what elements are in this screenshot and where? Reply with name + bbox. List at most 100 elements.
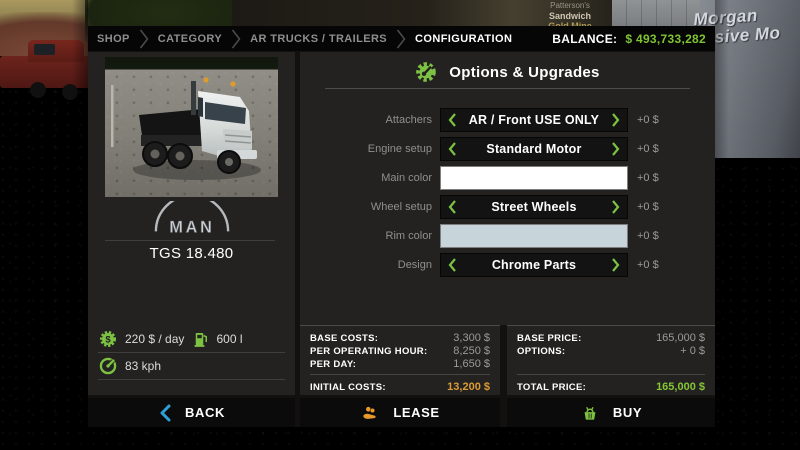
gear-wrench-icon <box>415 61 437 83</box>
next-option-button[interactable] <box>610 141 621 157</box>
initial-costs-label: INITIAL COSTS: <box>310 382 386 393</box>
lease-button-label: LEASE <box>393 405 439 420</box>
back-button[interactable]: BACK <box>88 398 295 427</box>
option-price: +0 $ <box>637 230 659 242</box>
option-row-wheel-setup: Wheel setup Street Wheels +0 $ <box>300 195 715 219</box>
balance-label: BALANCE: <box>552 32 617 46</box>
balance-value: $ 493,733,282 <box>625 32 706 46</box>
prev-option-button[interactable] <box>447 112 458 128</box>
cost-value: 3,300 $ <box>453 332 490 344</box>
wheel-setup-selector: Street Wheels <box>440 195 628 219</box>
divider <box>310 374 490 375</box>
option-label: Rim color <box>300 230 440 242</box>
option-price: +0 $ <box>637 143 659 155</box>
man-logo: MAN <box>88 201 295 239</box>
next-option-button[interactable] <box>610 257 621 273</box>
option-label: Attachers <box>300 114 440 126</box>
design-selector: Chrome Parts <box>440 253 628 277</box>
option-row-engine-setup: Engine setup Standard Motor +0 $ <box>300 137 715 161</box>
svg-text:$: $ <box>105 335 111 346</box>
next-option-button[interactable] <box>610 112 621 128</box>
initial-costs-value: 13,200 $ <box>447 381 490 393</box>
option-value: Standard Motor <box>458 142 610 156</box>
main-color-swatch[interactable] <box>440 166 628 190</box>
option-value: Chrome Parts <box>458 258 610 272</box>
panel-shadow <box>72 0 88 450</box>
cost-label: BASE PRICE: <box>517 333 582 344</box>
divider <box>105 240 275 241</box>
divider <box>517 374 705 375</box>
cost-value: 1,650 $ <box>453 358 490 370</box>
cost-value: 8,250 $ <box>453 345 490 357</box>
breadcrumb-item-configuration: CONFIGURATION <box>415 33 512 45</box>
divider <box>98 352 285 353</box>
speed-icon <box>98 356 118 376</box>
vehicle-name: TGS 18.480 <box>88 245 295 262</box>
prev-option-button[interactable] <box>447 199 458 215</box>
cost-label: PER DAY: <box>310 359 356 370</box>
buy-button[interactable]: BUY <box>507 398 715 427</box>
engine-setup-selector: Standard Motor <box>440 137 628 161</box>
back-chevron-icon <box>158 403 172 423</box>
cost-label: OPTIONS: <box>517 346 565 357</box>
prev-option-button[interactable] <box>447 257 458 273</box>
total-price-label: TOTAL PRICE: <box>517 382 586 393</box>
option-price: +0 $ <box>637 201 659 213</box>
prev-option-button[interactable] <box>447 141 458 157</box>
breadcrumb: SHOP CATEGORY AR TRUCKS / TRAILERS CONFI… <box>97 29 552 49</box>
breadcrumb-item-shop[interactable]: SHOP <box>97 33 130 45</box>
chevron-right-icon <box>139 29 149 49</box>
chevron-right-icon <box>396 29 406 49</box>
options-title: Options & Upgrades <box>449 64 599 81</box>
lease-hand-coins-icon <box>360 403 380 423</box>
maintenance-stat: $ 220 $ / day <box>98 329 192 349</box>
maintenance-cost-icon: $ <box>98 329 118 349</box>
breadcrumb-item-ar-trucks-trailers[interactable]: AR TRUCKS / TRAILERS <box>250 33 387 45</box>
breadcrumb-item-category[interactable]: CATEGORY <box>158 33 222 45</box>
vehicle-stats: $ 220 $ / day 600 l <box>98 328 285 382</box>
stat-value: 220 $ / day <box>125 332 184 346</box>
option-row-attachers: Attachers AR / Front USE ONLY +0 $ <box>300 108 715 132</box>
balance: BALANCE: $ 493,733,282 <box>552 32 706 46</box>
option-price: +0 $ <box>637 259 659 271</box>
option-label: Engine setup <box>300 143 440 155</box>
next-option-button[interactable] <box>610 199 621 215</box>
stat-value: 600 l <box>217 332 243 346</box>
option-value: Street Wheels <box>458 200 610 214</box>
option-price: +0 $ <box>637 114 659 126</box>
cost-label: BASE COSTS: <box>310 333 378 344</box>
brand-text: MAN <box>169 218 214 236</box>
divider <box>98 379 285 380</box>
lease-button[interactable]: LEASE <box>300 398 500 427</box>
option-label: Design <box>300 259 440 271</box>
chevron-right-icon <box>231 29 241 49</box>
divider <box>500 325 507 395</box>
cost-value: 165,000 $ <box>656 332 705 344</box>
option-value: AR / Front USE ONLY <box>458 113 610 127</box>
option-row-rim-color: Rim color +0 $ <box>300 224 715 248</box>
price-summary: BASE PRICE: 165,000 $ OPTIONS: + 0 $ TOTAL… <box>507 325 715 395</box>
rim-color-swatch[interactable] <box>440 224 628 248</box>
sign-line: Patterson's <box>518 1 622 11</box>
buy-basket-icon <box>580 403 600 423</box>
option-label: Main color <box>300 172 440 184</box>
option-row-main-color: Main color +0 $ <box>300 166 715 190</box>
cost-value: + 0 $ <box>680 345 705 357</box>
truck-illustration <box>105 57 278 197</box>
panel-shadow <box>715 0 729 450</box>
vehicle-panel: MAN TGS 18.480 $ 220 $ / day <box>88 52 295 395</box>
divider <box>325 88 690 89</box>
buy-button-label: BUY <box>613 405 642 420</box>
option-price: +0 $ <box>637 172 659 184</box>
back-button-label: BACK <box>185 405 225 420</box>
total-price-value: 165,000 $ <box>656 381 705 393</box>
breadcrumb-bar: SHOP CATEGORY AR TRUCKS / TRAILERS CONFI… <box>88 26 715 51</box>
option-label: Wheel setup <box>300 201 440 213</box>
fuel-stat: 600 l <box>192 329 286 349</box>
attachers-selector: AR / Front USE ONLY <box>440 108 628 132</box>
cost-label: PER OPERATING HOUR: <box>310 346 427 357</box>
sign-line: Sandwich <box>518 11 622 21</box>
shop-configuration-screen: Patterson's Sandwich Gold Mine Morgan as… <box>0 0 800 450</box>
speed-stat: 83 kph <box>98 356 285 376</box>
options-header: Options & Upgrades <box>300 61 715 83</box>
